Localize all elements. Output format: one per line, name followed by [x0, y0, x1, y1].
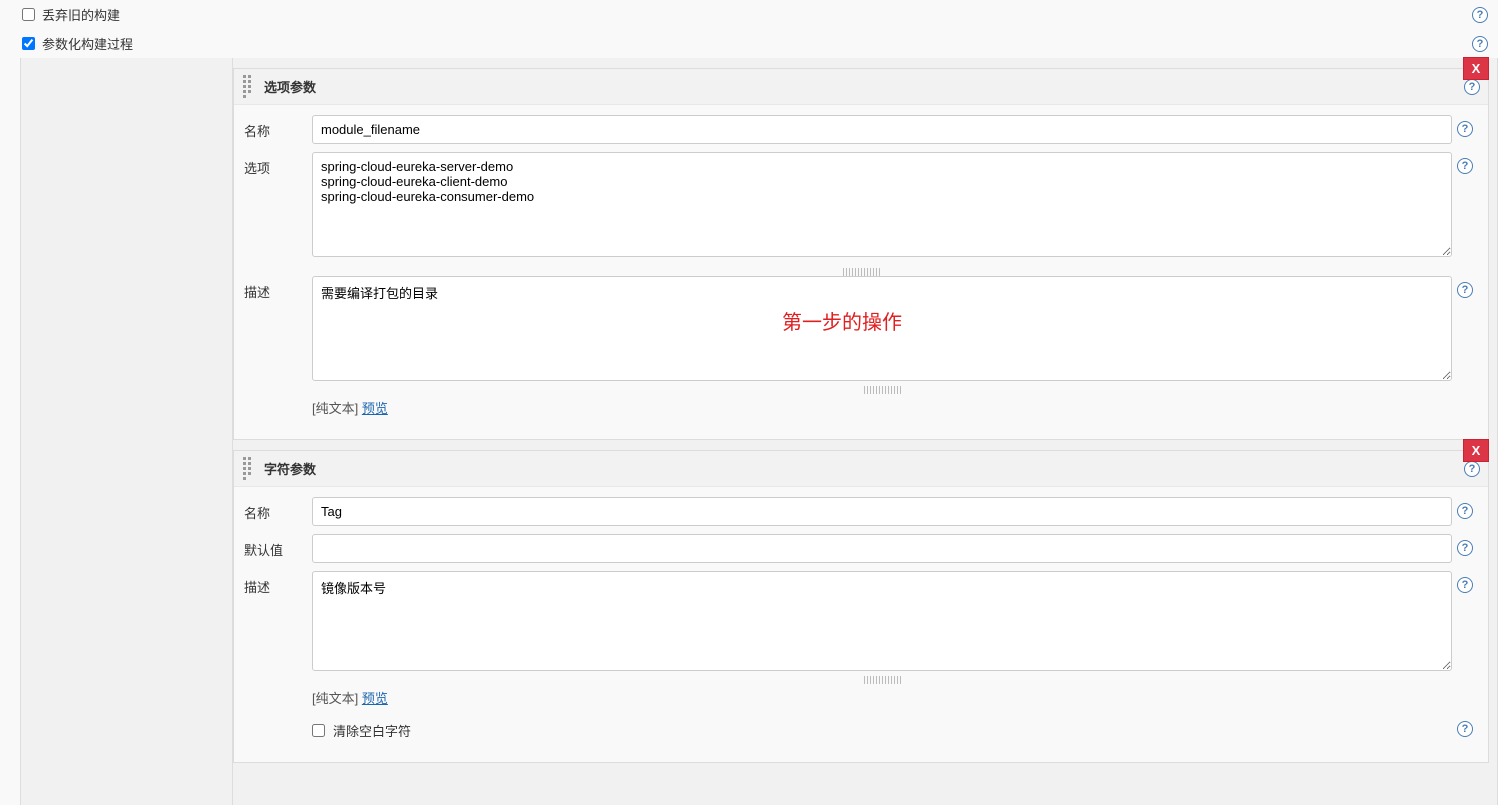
close-button[interactable]: X [1463, 439, 1489, 462]
options-textarea[interactable]: spring-cloud-eureka-server-demo spring-c… [312, 152, 1452, 257]
trim-spacer [244, 715, 312, 721]
help-icon[interactable]: ? [1457, 503, 1473, 519]
desc-textarea[interactable]: 需要编译打包的目录 [312, 276, 1452, 381]
string-parameter-title: 字符参数 [264, 459, 316, 478]
help-icon[interactable]: ? [1457, 577, 1473, 593]
help-icon[interactable]: ? [1457, 121, 1473, 137]
resize-grip-icon[interactable] [862, 386, 902, 394]
parameterized-build-label: 参数化构建过程 [42, 34, 133, 53]
plain-text-label: [纯文本] [312, 401, 358, 416]
main-content: X 选项参数 ? 名称 ? [233, 58, 1498, 805]
options-label: 选项 [244, 152, 312, 177]
trim-label: 清除空白字符 [333, 721, 411, 740]
string-parameter-header: 字符参数 ? [234, 451, 1488, 487]
param-sections: X 选项参数 ? 名称 ? [233, 68, 1497, 763]
help-icon[interactable]: ? [1464, 461, 1480, 477]
plain-text-label: [纯文本] [312, 691, 358, 706]
drag-handle-icon[interactable] [242, 80, 256, 94]
close-icon: X [1472, 443, 1481, 458]
choice-parameter-body: 名称 ? 选项 spring-cloud-eureka-server-demo … [234, 105, 1488, 439]
desc2-label: 描述 [244, 571, 312, 596]
help-icon[interactable]: ? [1457, 540, 1473, 556]
discard-old-builds-row: 丢弃旧的构建 ? [0, 0, 1498, 29]
discard-old-builds-checkbox[interactable] [22, 8, 35, 21]
desc2-field-row: 描述 镜像版本号 [纯文本] 预览 ? [244, 571, 1478, 707]
help-icon[interactable]: ? [1472, 36, 1488, 52]
help-icon[interactable]: ? [1472, 7, 1488, 23]
resize-grip-row [244, 268, 1478, 276]
name2-field-row: 名称 ? [244, 497, 1478, 526]
drag-handle-icon[interactable] [242, 462, 256, 476]
string-parameter-body: 名称 ? 默认值 ? 描述 [234, 487, 1488, 762]
desc-field-row: 描述 需要编译打包的目录 第一步的操作 [纯文本] 预览 ? [244, 276, 1478, 417]
parameterized-build-row: 参数化构建过程 ? [0, 29, 1498, 58]
help-icon[interactable]: ? [1457, 721, 1473, 737]
string-parameter-block: X 字符参数 ? 名称 ? [233, 450, 1489, 763]
left-sidebar [21, 58, 233, 805]
page-container: X 选项参数 ? 名称 ? [20, 58, 1498, 805]
discard-old-builds-label: 丢弃旧的构建 [42, 5, 120, 24]
name2-input[interactable] [312, 497, 1452, 526]
choice-parameter-header: 选项参数 ? [234, 69, 1488, 105]
name-input[interactable] [312, 115, 1452, 144]
trim-field-row: 清除空白字符 ? [244, 715, 1478, 740]
desc2-textarea[interactable]: 镜像版本号 [312, 571, 1452, 671]
close-icon: X [1472, 61, 1481, 76]
trim-checkbox[interactable] [312, 724, 325, 737]
resize-grip-icon[interactable] [841, 268, 881, 276]
desc-subtext: [纯文本] 预览 [312, 398, 1452, 417]
preview-link[interactable]: 预览 [362, 691, 388, 706]
choice-parameter-block: X 选项参数 ? 名称 ? [233, 68, 1489, 440]
help-icon[interactable]: ? [1457, 158, 1473, 174]
name-label: 名称 [244, 115, 312, 140]
preview-link[interactable]: 预览 [362, 401, 388, 416]
choice-parameter-title: 选项参数 [264, 77, 316, 96]
default-field-row: 默认值 ? [244, 534, 1478, 563]
name-field-row: 名称 ? [244, 115, 1478, 144]
parameterized-build-checkbox[interactable] [22, 37, 35, 50]
name2-label: 名称 [244, 497, 312, 522]
close-button[interactable]: X [1463, 57, 1489, 80]
desc2-subtext: [纯文本] 预览 [312, 688, 1452, 707]
default-label: 默认值 [244, 534, 312, 559]
default-input[interactable] [312, 534, 1452, 563]
help-icon[interactable]: ? [1457, 282, 1473, 298]
resize-grip-icon[interactable] [862, 676, 902, 684]
desc-label: 描述 [244, 276, 312, 301]
options-field-row: 选项 spring-cloud-eureka-server-demo sprin… [244, 152, 1478, 260]
help-icon[interactable]: ? [1464, 79, 1480, 95]
